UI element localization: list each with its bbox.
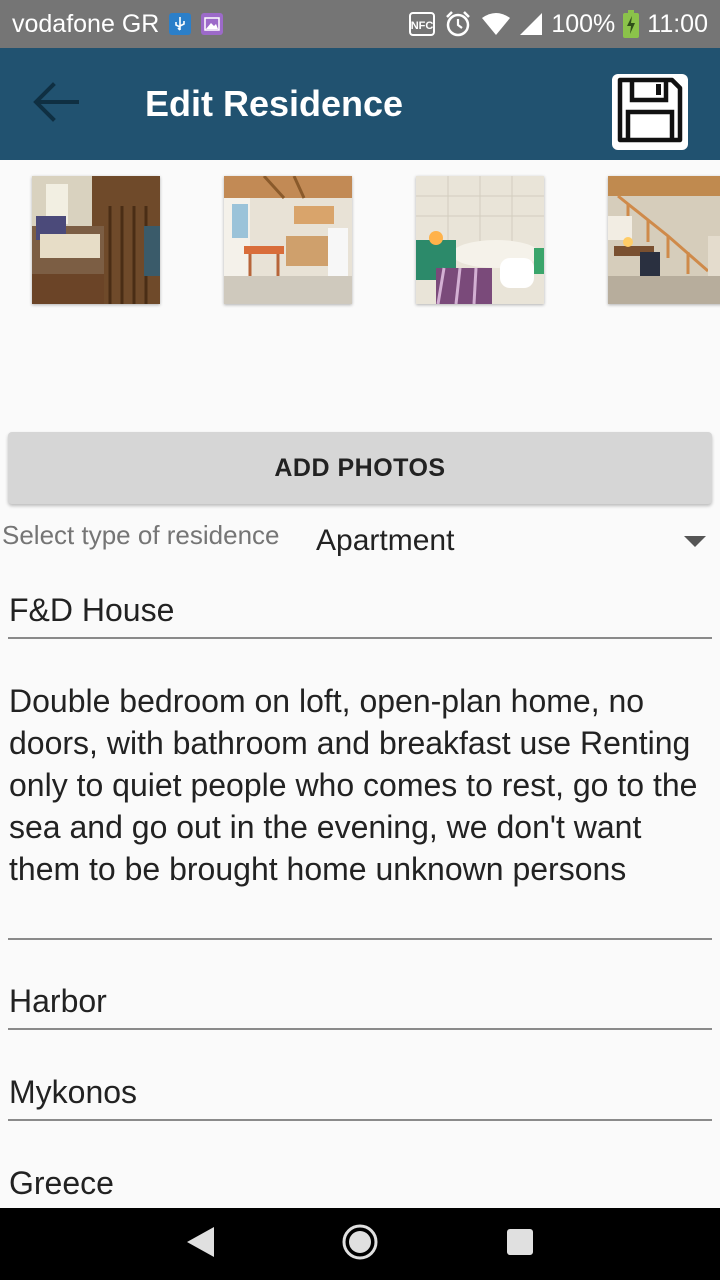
nav-back-icon — [184, 1225, 216, 1264]
signal-icon — [519, 12, 543, 36]
battery-charging-icon — [623, 10, 640, 38]
image-icon — [201, 13, 224, 35]
back-button[interactable] — [28, 78, 84, 130]
nav-back-button[interactable] — [180, 1224, 220, 1264]
arrow-back-icon — [33, 81, 79, 127]
battery-percent: 100% — [551, 9, 616, 38]
photo-loft-living-room[interactable] — [608, 176, 720, 304]
nav-home-icon — [340, 1222, 380, 1267]
status-bar: vodafone GR NFC 100% 11:00 — [0, 0, 720, 48]
residence-type-value: Apartment — [316, 524, 455, 557]
nav-recents-button[interactable] — [500, 1224, 540, 1264]
floppy-disk-icon — [616, 76, 684, 149]
nav-recents-icon — [505, 1227, 535, 1262]
alarm-icon — [443, 9, 473, 39]
city-field[interactable]: Mykonos — [8, 1071, 712, 1121]
page-title: Edit Residence — [145, 83, 404, 124]
dropdown-arrow-icon — [684, 536, 706, 547]
residence-type-row: Select type of residence Apartment — [0, 516, 720, 572]
nfc-icon: NFC — [409, 12, 436, 36]
photo-gallery[interactable] — [0, 160, 720, 420]
save-button[interactable] — [612, 74, 688, 150]
area-field[interactable]: Harbor — [8, 980, 712, 1030]
carrier-name: vodafone GR — [12, 9, 160, 38]
svg-text:NFC: NFC — [411, 20, 434, 32]
add-photos-button[interactable]: ADD PHOTOS — [8, 432, 712, 504]
wifi-icon — [481, 12, 511, 36]
residence-type-label: Select type of residence — [2, 520, 280, 550]
app-bar: Edit Residence — [0, 48, 720, 160]
residence-name-field[interactable]: F&D House — [8, 589, 712, 639]
description-field[interactable]: Double bedroom on loft, open-plan home, … — [8, 680, 712, 940]
nav-home-button[interactable] — [340, 1224, 380, 1264]
usb-icon — [169, 13, 192, 35]
clock: 11:00 — [647, 9, 708, 38]
photo-kitchen[interactable] — [224, 176, 352, 304]
photo-bedroom[interactable] — [32, 176, 160, 304]
country-field[interactable]: Greece — [8, 1162, 712, 1208]
system-nav-bar — [0, 1208, 720, 1280]
photo-bathroom[interactable] — [416, 176, 544, 304]
